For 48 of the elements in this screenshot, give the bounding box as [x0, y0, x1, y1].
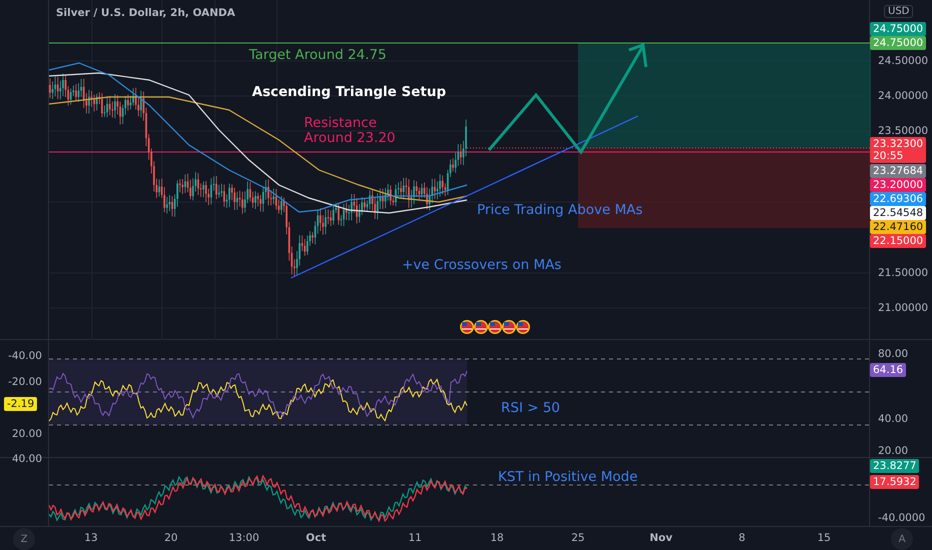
oscillator-tick: -40.00 [8, 350, 42, 362]
oscillator-badge: -2.19 [4, 397, 38, 411]
price-badge: 24.75000 [870, 22, 926, 36]
rsi-tick: 20.00 [878, 445, 908, 457]
time-label: 20 [164, 532, 178, 544]
price-badge: 23.20000 [870, 178, 926, 192]
price-tick: 21.50000 [878, 267, 928, 279]
price-badge: 22.54548 [870, 206, 926, 220]
time-label: 13:00 [228, 532, 260, 544]
currency-label[interactable]: USD [884, 5, 914, 18]
kst-badge: 17.5932 [870, 475, 920, 489]
kst-tick: -40.0000 [878, 512, 926, 524]
chart-annotation: Price Trading Above MAs [477, 202, 643, 218]
oscillator-tick: -20.00 [8, 376, 42, 388]
price-tick: 23.50000 [878, 125, 928, 137]
time-label: 15 [817, 532, 831, 544]
price-badge: 22.69306 [870, 192, 926, 206]
time-label: 25 [571, 532, 585, 544]
rsi-badge: 64.16 [870, 363, 906, 377]
indicator-annotation: KST in Positive Mode [498, 469, 638, 485]
time-label: 18 [490, 532, 504, 544]
time-label: 13 [84, 532, 98, 544]
chart-annotation: Resistance Around 23.20 [304, 116, 396, 146]
price-tick: 21.00000 [878, 302, 928, 314]
oscillator-tick: 20.00 [12, 428, 42, 440]
kst-badge: 23.8277 [870, 459, 920, 473]
auto-scale-button[interactable]: A [891, 528, 913, 550]
indicator-annotation: RSI > 50 [501, 400, 560, 416]
chart-title: Silver / U.S. Dollar, 2h, OANDA [56, 7, 236, 19]
oscillator-tick: 40.00 [12, 453, 42, 465]
time-label: Oct [306, 532, 326, 544]
flag-icon [460, 320, 530, 334]
rsi-tick: 80.00 [878, 348, 908, 360]
chart-annotation: Target Around 24.75 [249, 47, 386, 63]
price-tick: 24.00000 [878, 90, 928, 102]
time-label: Nov [650, 532, 672, 544]
price-badge: 24.75000 [870, 36, 926, 50]
price-tick: 24.50000 [878, 55, 928, 67]
time-label: 11 [408, 532, 422, 544]
price-badge: 23.32300 20:55 [870, 137, 926, 163]
chart-annotation: +ve Crossovers on MAs [402, 257, 562, 273]
time-label: 8 [738, 532, 746, 544]
chart-annotation: Ascending Triangle Setup [252, 84, 446, 100]
zoom-button[interactable]: Z [13, 528, 35, 550]
rsi-tick: 40.00 [878, 413, 908, 425]
price-badge: 23.27684 [870, 164, 926, 178]
price-badge: 22.47160 [870, 220, 926, 234]
price-badge: 22.15000 [870, 234, 926, 248]
